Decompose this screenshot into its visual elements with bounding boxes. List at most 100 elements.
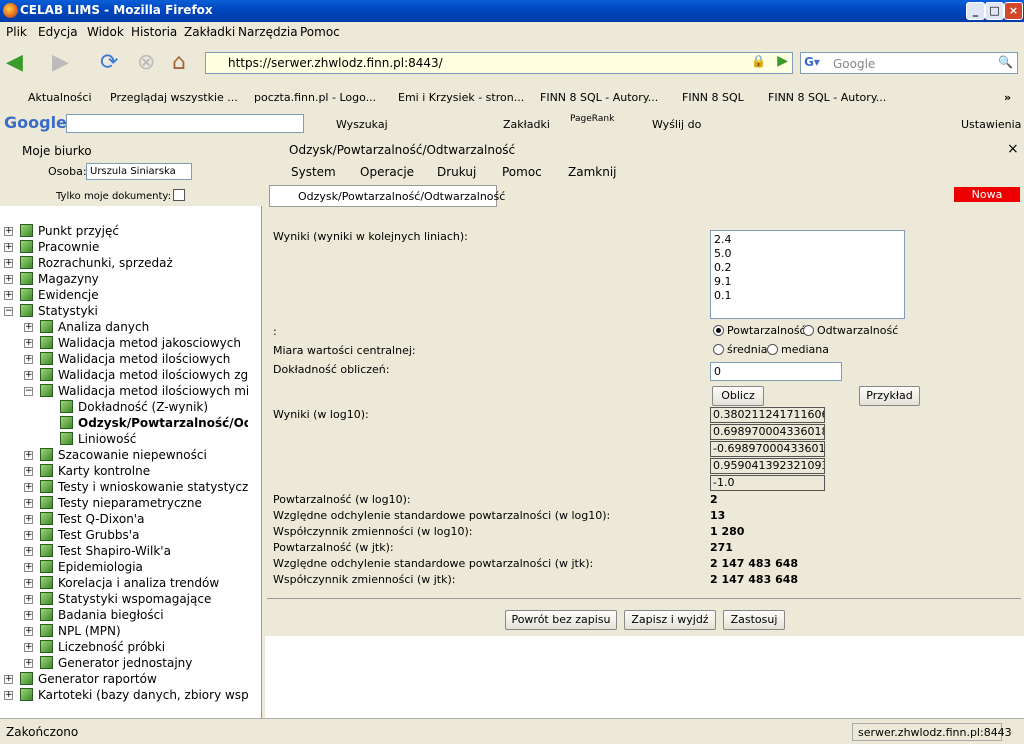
tree-expander-icon[interactable]: +	[24, 627, 33, 636]
search-input[interactable]: G▾ Google 🔍	[800, 52, 1018, 74]
tree-expander-icon[interactable]: +	[4, 691, 13, 700]
send-button[interactable]: Wyślij do	[652, 118, 701, 131]
tree-expander-icon[interactable]: −	[24, 387, 33, 396]
save-exit-button[interactable]: Zapisz i wyjdź	[624, 610, 716, 630]
tree-item[interactable]: Test Shapiro-Wilk'a	[40, 543, 171, 559]
tree-item[interactable]: Testy i wnioskowanie statystyczne	[40, 479, 248, 495]
tree-expander-icon[interactable]: +	[24, 531, 33, 540]
tree-expander-icon[interactable]: +	[24, 579, 33, 588]
tree-expander-icon[interactable]: +	[24, 467, 33, 476]
tree-expander-icon[interactable]: +	[24, 499, 33, 508]
tree-item[interactable]: Walidacja metod ilościowych zgo	[40, 367, 248, 383]
tree-expander-icon[interactable]: +	[24, 451, 33, 460]
tree-item[interactable]: Test Grubbs'a	[40, 527, 139, 543]
example-button[interactable]: Przykład	[859, 386, 920, 406]
stop-icon[interactable]: ⊗	[137, 50, 155, 75]
menu-narzedzia[interactable]: Narzędzia	[238, 25, 298, 39]
tree-item[interactable]: Liczebność próbki	[40, 639, 165, 655]
tree-item[interactable]: Karty kontrolne	[40, 463, 150, 479]
tree-expander-icon[interactable]: +	[24, 355, 33, 364]
calculate-button[interactable]: Oblicz	[712, 386, 764, 406]
google-search-button[interactable]: Wyszukaj	[336, 118, 388, 131]
minimize-button[interactable]: _	[966, 2, 985, 20]
bookmark-2[interactable]: Przeglądaj wszystkie ...	[110, 91, 238, 104]
settings-button[interactable]: Ustawienia	[961, 118, 1021, 131]
tree-expander-icon[interactable]: +	[24, 515, 33, 524]
tree-item[interactable]: Generator raportów	[20, 671, 157, 687]
results-textarea[interactable]: 2.4 5.0 0.2 9.1 0.1	[710, 230, 905, 319]
tree-item[interactable]: Testy nieparametryczne	[40, 495, 202, 511]
bookmark-4[interactable]: Emi i Krzysiek - stron...	[398, 91, 524, 104]
tree-expander-icon[interactable]: +	[24, 339, 33, 348]
menu-edycja[interactable]: Edycja	[38, 25, 78, 39]
tree-expander-icon[interactable]: +	[24, 371, 33, 380]
more-bookmarks-icon[interactable]: »	[1004, 91, 1011, 104]
only-mine-checkbox[interactable]	[173, 189, 185, 201]
tree-item[interactable]: Statystyki wspomagające	[40, 591, 211, 607]
tree-expander-icon[interactable]: +	[24, 643, 33, 652]
tab-odzysk[interactable]: Odzysk/Powtarzalność/Odtwarzalność	[269, 185, 505, 207]
menu-pomoc[interactable]: Pomoc	[300, 25, 340, 39]
tree-item[interactable]: Walidacja metod ilościowych mik	[40, 383, 248, 399]
menu-historia[interactable]: Historia	[131, 25, 177, 39]
magnifier-icon[interactable]: 🔍	[998, 55, 1013, 69]
google-g-icon[interactable]: G▾	[804, 55, 820, 69]
tree-item[interactable]: Odzysk/Powtarzalność/Odtw	[60, 415, 248, 431]
back-icon[interactable]: ◀	[6, 50, 23, 75]
tree-item[interactable]: Generator jednostajny	[40, 655, 192, 671]
bookmark-6[interactable]: FINN 8 SQL	[682, 91, 744, 104]
person-select[interactable]: Urszula Siniarska	[86, 163, 192, 180]
tree-expander-icon[interactable]: +	[4, 259, 13, 268]
tree-item[interactable]: Analiza danych	[40, 319, 149, 335]
bookmarks-button[interactable]: Zakładki	[503, 118, 550, 131]
maximize-button[interactable]: □	[985, 2, 1004, 20]
url-input[interactable]: https://serwer.zhwlodz.finn.pl:8443/ 🔒 ▶	[205, 52, 793, 74]
tree-item[interactable]: Statystyki	[20, 303, 98, 319]
tree-item[interactable]: Epidemiologia	[40, 559, 143, 575]
home-icon[interactable]: ⌂	[172, 50, 186, 75]
help-button[interactable]: Pomoc	[502, 165, 542, 179]
tree-item[interactable]: NPL (MPN)	[40, 623, 121, 639]
apply-button[interactable]: Zastosuj	[723, 610, 785, 630]
tree-item[interactable]: Liniowość	[60, 431, 136, 447]
tree-item[interactable]: Kartoteki (bazy danych, zbiory wspom	[20, 687, 248, 703]
tree-item[interactable]: Ewidencje	[20, 287, 99, 303]
tree-expander-icon[interactable]: +	[24, 323, 33, 332]
tree-item[interactable]: Dokładność (Z-wynik)	[60, 399, 208, 415]
precision-input[interactable]: 0	[710, 362, 842, 381]
tree-item[interactable]: Walidacja metod jakosciowych	[40, 335, 241, 351]
radio-repeatability[interactable]: Powtarzalność	[713, 324, 806, 337]
forward-icon[interactable]: ▶	[52, 50, 69, 75]
menu-plik[interactable]: Plik	[6, 25, 27, 39]
tree-expander-icon[interactable]: +	[24, 483, 33, 492]
tree-expander-icon[interactable]: +	[24, 659, 33, 668]
bookmark-1[interactable]: Aktualności	[28, 91, 92, 104]
tree-expander-icon[interactable]: +	[24, 595, 33, 604]
tree-expander-icon[interactable]: −	[4, 307, 13, 316]
close-button[interactable]: Zamknij	[568, 165, 617, 179]
reload-icon[interactable]: ⟳	[100, 50, 118, 75]
print-button[interactable]: Drukuj	[437, 165, 476, 179]
tree-item[interactable]: Korelacja i analiza trendów	[40, 575, 219, 591]
tree-item[interactable]: Szacowanie niepewności	[40, 447, 207, 463]
tree-item[interactable]: Magazyny	[20, 271, 99, 287]
bookmark-5[interactable]: FINN 8 SQL - Autory...	[540, 91, 658, 104]
tree-item[interactable]: Badania biegłości	[40, 607, 164, 623]
radio-median[interactable]: mediana	[767, 343, 829, 356]
tree-expander-icon[interactable]: +	[24, 547, 33, 556]
go-icon[interactable]: ▶	[777, 53, 788, 69]
close-panel-icon[interactable]: ×	[1007, 141, 1019, 157]
tree-item[interactable]: Test Q-Dixon'a	[40, 511, 144, 527]
radio-reproducibility[interactable]: Odtwarzalność	[803, 324, 898, 337]
tree-expander-icon[interactable]: +	[24, 611, 33, 620]
tree-expander-icon[interactable]: +	[4, 227, 13, 236]
tree-item[interactable]: Punkt przyjęć	[20, 223, 119, 239]
google-toolbar-input[interactable]	[66, 114, 304, 133]
menu-system[interactable]: System	[291, 165, 336, 179]
back-without-save-button[interactable]: Powrót bez zapisu	[505, 610, 617, 630]
tree-expander-icon[interactable]: +	[24, 563, 33, 572]
tree-item[interactable]: Rozrachunki, sprzedaż	[20, 255, 173, 271]
radio-mean[interactable]: średnia	[713, 343, 768, 356]
tree-item[interactable]: Pracownie	[20, 239, 99, 255]
menu-widok[interactable]: Widok	[87, 25, 124, 39]
